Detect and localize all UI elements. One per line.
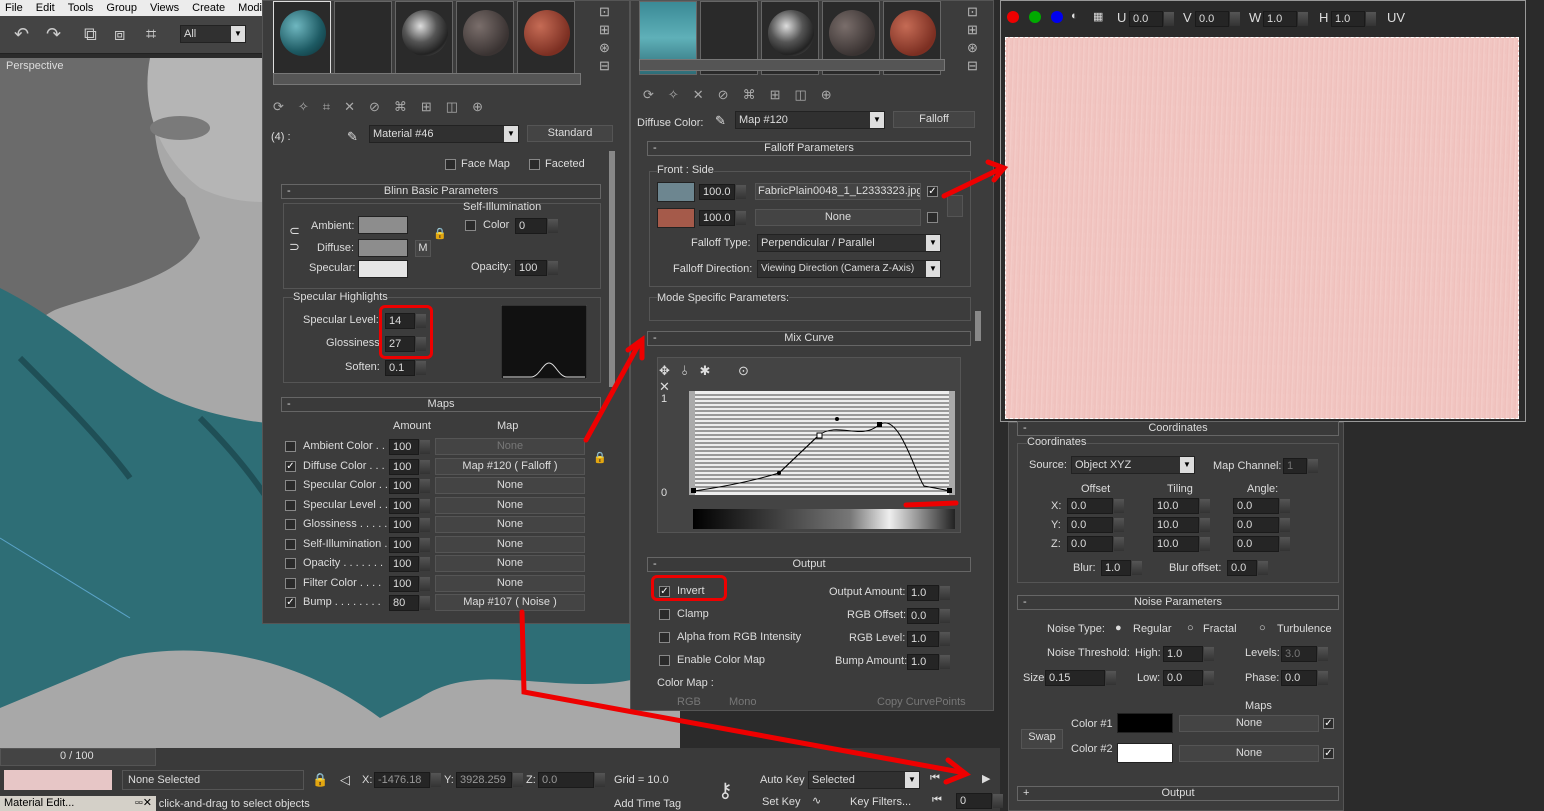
annotation-arrows bbox=[519, 159, 1009, 785]
